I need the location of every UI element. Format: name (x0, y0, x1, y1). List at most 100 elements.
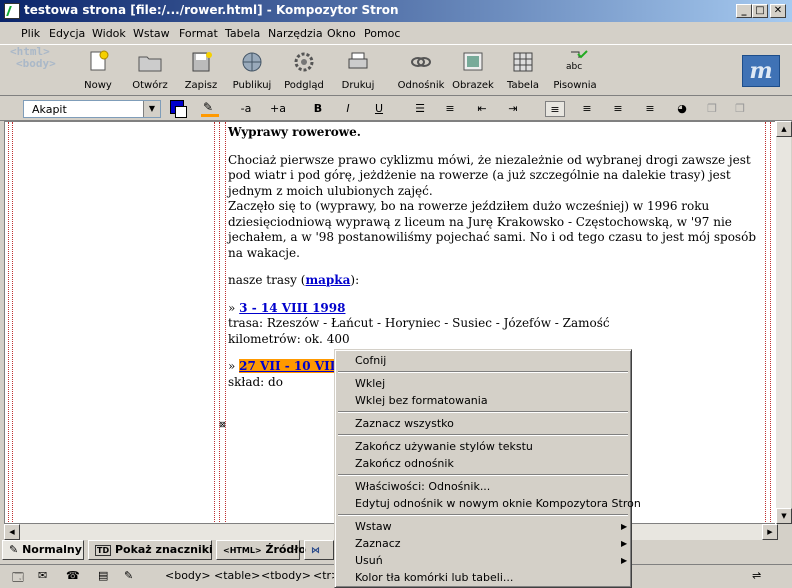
paragraph-style-select[interactable]: Akapit ▼ (23, 100, 161, 118)
online-status-icon[interactable]: ⇌ (752, 569, 772, 583)
tab-show-tags[interactable]: TD Pokaż znaczniki (88, 540, 213, 560)
menu-paste-plain[interactable]: Wklej bez formatowania (355, 394, 488, 407)
tab-normal[interactable]: ✎ Normalny (2, 540, 84, 560)
menu-delete[interactable]: Usuń (355, 554, 383, 567)
menu-paste[interactable]: Wklej (355, 377, 385, 390)
tab-label: Źródło (265, 543, 306, 556)
trip1-link[interactable]: 3 - 14 VIII 1998 (239, 301, 345, 315)
crumb-body[interactable]: <body> (165, 569, 211, 582)
cell-border (770, 122, 771, 522)
tool-label: Podgląd (284, 80, 324, 91)
chat-icon[interactable]: ☎ (66, 569, 82, 583)
menu-select-all[interactable]: Zaznacz wszystko (355, 417, 454, 430)
tab-preview-partial[interactable]: ⋈ (304, 540, 334, 560)
menu-plik[interactable]: Plik (21, 27, 40, 40)
bullet-list-icon[interactable]: ☰ (410, 101, 430, 117)
menu-end-link[interactable]: Zakończ odnośnik (355, 457, 454, 470)
anchor-icon[interactable]: ◕ (672, 101, 692, 117)
font-smaller-button[interactable]: -a (236, 101, 256, 117)
menu-narzedzia[interactable]: Narzędzia (268, 27, 323, 40)
menu-separator (338, 411, 628, 413)
layer-icon[interactable]: ❐ (702, 101, 722, 117)
menu-edycja[interactable]: Edycja (49, 27, 85, 40)
addressbook-icon[interactable]: ▤ (98, 569, 114, 583)
font-larger-button[interactable]: +a (268, 101, 288, 117)
logo-line-2: <body> (16, 57, 56, 70)
scroll-down-icon[interactable]: ▼ (776, 508, 792, 524)
print-icon (348, 52, 368, 69)
publish-button[interactable]: Publikuj (222, 48, 282, 94)
tab-label: Pokaż znaczniki (114, 543, 213, 556)
vertical-scrollbar[interactable]: ▲ ▼ (775, 121, 792, 524)
print-button[interactable]: Drukuj (328, 48, 388, 94)
menu-format[interactable]: Format (179, 27, 218, 40)
new-button[interactable]: Nowy (68, 48, 128, 94)
cell-border (225, 122, 226, 522)
preview-button[interactable]: Podgląd (274, 48, 334, 94)
publish-globe-icon (242, 52, 262, 72)
underline-button[interactable]: U (369, 101, 389, 117)
tool-label: Odnośnik (397, 80, 445, 91)
navigator-icon[interactable]: 🗔 (12, 569, 28, 584)
spellcheck-button[interactable]: abc Pisownia (545, 48, 605, 94)
tool-label: Tabela (507, 80, 539, 91)
menu-widok[interactable]: Widok (92, 27, 126, 40)
menu-link-properties[interactable]: Właściwości: Odnośnik... (355, 480, 490, 493)
history-paragraph: Zaczęło się to (wyprawy, bo na rowerze j… (228, 199, 756, 260)
submenu-arrow-icon: ▶ (621, 539, 628, 548)
menu-insert[interactable]: Wstaw (355, 520, 392, 533)
table-border (12, 122, 13, 522)
justify-icon[interactable]: ≡ (640, 101, 660, 117)
new-page-icon (90, 50, 109, 71)
routes-prefix: nasze trasy ( (228, 273, 306, 287)
resize-handle-icon[interactable]: ⊠ (219, 420, 226, 429)
composer-icon[interactable]: ✎ (124, 569, 140, 583)
menu-select[interactable]: Zaznacz (355, 537, 401, 550)
menu-wstaw[interactable]: Wstaw (133, 27, 170, 40)
align-center-icon[interactable]: ≡ (577, 101, 597, 117)
chevron-down-icon: ▼ (143, 101, 160, 117)
maximize-button[interactable]: □ (752, 4, 768, 18)
menu-end-text-styles[interactable]: Zakończ używanie stylów tekstu (355, 440, 533, 453)
map-link[interactable]: mapka (305, 273, 350, 287)
highlight-swatch (201, 114, 219, 117)
menu-tabela[interactable]: Tabela (225, 27, 260, 40)
app-icon[interactable] (4, 3, 20, 19)
menu-undo[interactable]: Cofnij (355, 354, 386, 367)
page-heading: Wyprawy rowerowe. (228, 125, 361, 139)
layer-stack-icon[interactable]: ❐ (730, 101, 750, 117)
menu-cell-bg-color[interactable]: Kolor tła komórki lub tabeli... (355, 571, 513, 584)
brand-logo: m (742, 55, 780, 87)
align-right-icon[interactable]: ≡ (608, 101, 628, 117)
menu-okno[interactable]: Okno (327, 27, 356, 40)
link-button[interactable]: Odnośnik (391, 48, 451, 94)
scroll-up-icon[interactable]: ▲ (776, 121, 792, 137)
menu-pomoc[interactable]: Pomoc (364, 27, 400, 40)
menu-edit-link-new-window[interactable]: Edytuj odnośnik w nowym oknie Kompozytor… (355, 497, 641, 510)
crumb-table[interactable]: <table> (214, 569, 260, 582)
tab-source[interactable]: <HTML> Źródło (216, 540, 306, 560)
indent-icon[interactable]: ⇥ (503, 101, 523, 117)
table-border (8, 122, 9, 522)
mail-icon[interactable]: ✉ (38, 569, 54, 583)
text-color-picker[interactable] (170, 100, 187, 118)
context-menu: Cofnij Wklej Wklej bez formatowania Zazn… (334, 349, 641, 588)
close-button[interactable]: ✕ (770, 4, 786, 18)
trip1-title: » 3 - 14 VIII 1998 (228, 301, 770, 317)
paragraph-style-value: Akapit (32, 103, 67, 116)
scroll-right-icon[interactable]: ▶ (762, 524, 778, 540)
bold-button[interactable]: B (308, 101, 328, 117)
scroll-left-icon[interactable]: ◀ (4, 524, 20, 540)
numbered-list-icon[interactable]: ≡ (440, 101, 460, 117)
menu-bar: Plik Edycja Widok Wstaw Format Tabela Na… (0, 24, 792, 44)
outdent-icon[interactable]: ⇤ (472, 101, 492, 117)
minimize-button[interactable]: _ (736, 4, 752, 18)
italic-button[interactable]: I (338, 101, 358, 117)
menu-separator (338, 474, 628, 476)
align-left-icon[interactable]: ≡ (545, 101, 565, 117)
table-button[interactable]: Tabela (493, 48, 553, 94)
routes-line: nasze trasy (mapka): (228, 273, 770, 289)
crumb-tbody[interactable]: <tbody> (261, 569, 311, 582)
highlight-color-button[interactable]: ✎ (199, 100, 221, 118)
menu-separator (338, 434, 628, 436)
